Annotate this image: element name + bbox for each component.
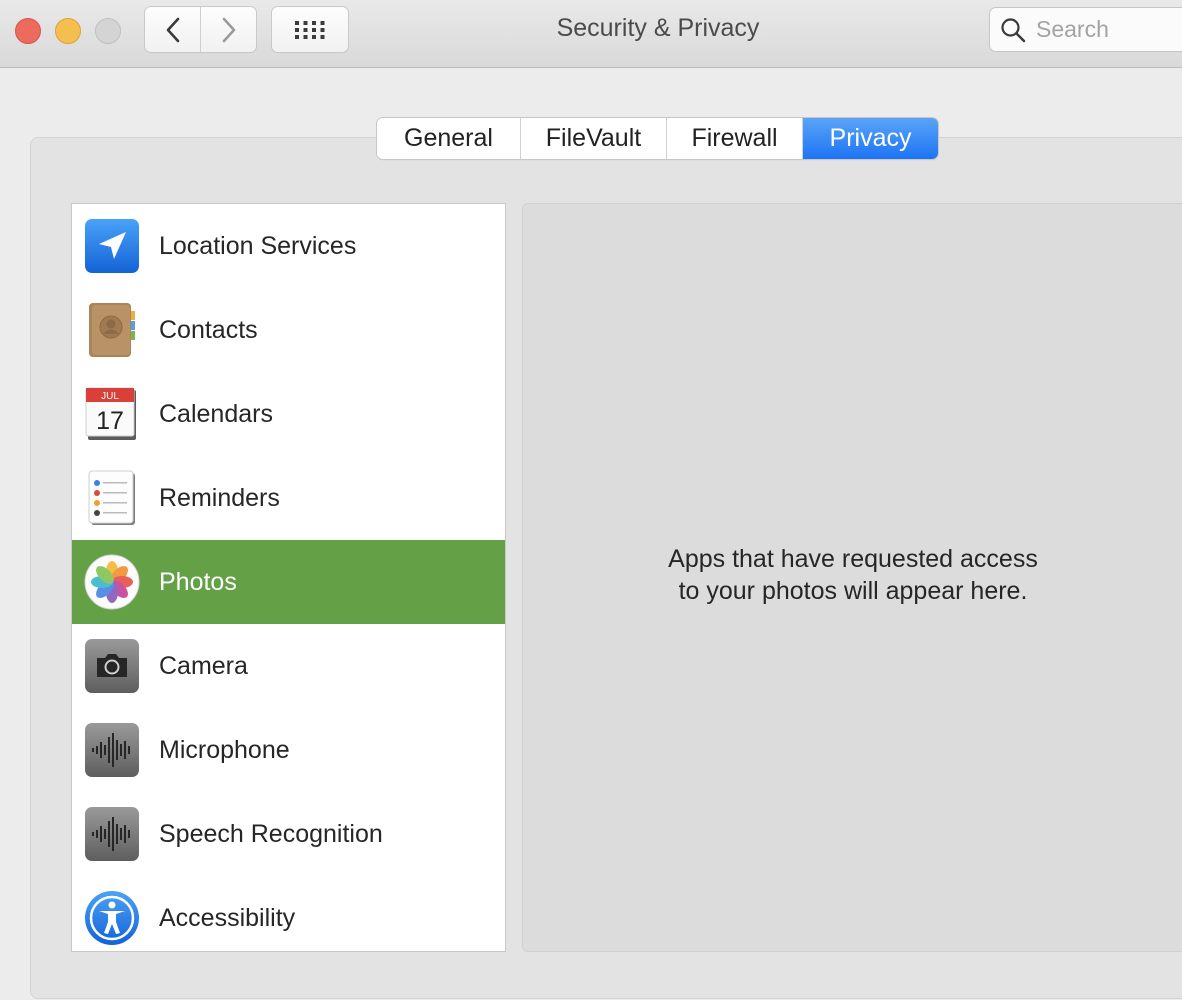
list-item-label: Contacts xyxy=(159,315,258,344)
list-item-label: Location Services xyxy=(159,231,357,260)
list-item-microphone[interactable]: Microphone xyxy=(72,708,505,792)
list-item-label: Reminders xyxy=(159,483,280,512)
search-icon xyxy=(1001,17,1026,42)
show-all-button[interactable] xyxy=(272,7,348,52)
minimize-window-button[interactable] xyxy=(55,18,81,44)
list-item-camera[interactable]: Camera xyxy=(72,624,505,708)
list-item-label: Calendars xyxy=(159,399,273,428)
tab-firewall[interactable]: Firewall xyxy=(666,118,802,159)
list-item-label: Photos xyxy=(159,567,237,596)
microphone-waveform-icon xyxy=(85,723,139,777)
photos-flower-icon xyxy=(84,554,140,610)
empty-state-line-1: Apps that have requested access xyxy=(668,545,1038,573)
reminders-list-icon xyxy=(88,470,135,525)
forward-button[interactable] xyxy=(200,7,256,52)
speech-waveform-icon xyxy=(85,807,139,861)
window-title: Security & Privacy xyxy=(556,14,760,42)
search-field[interactable] xyxy=(989,7,1182,52)
list-item-calendars[interactable]: JUL 17 Calendars xyxy=(72,372,505,456)
empty-state-message: Apps that have requested access to your … xyxy=(523,543,1182,607)
search-input[interactable] xyxy=(1036,16,1182,43)
contacts-book-icon xyxy=(89,303,135,357)
accessibility-person-icon xyxy=(85,891,139,945)
calendar-month-text: JUL xyxy=(101,391,119,402)
list-item-photos[interactable]: Photos xyxy=(72,540,505,624)
navigation-buttons xyxy=(145,7,256,52)
back-button[interactable] xyxy=(145,7,200,52)
tab-filevault[interactable]: FileVault xyxy=(520,118,666,159)
chevron-left-icon xyxy=(166,17,179,42)
list-item-speech-recognition[interactable]: Speech Recognition xyxy=(72,792,505,876)
privacy-detail-pane: Apps that have requested access to your … xyxy=(522,203,1182,952)
list-item-label: Accessibility xyxy=(159,903,296,932)
list-item-accessibility[interactable]: Accessibility xyxy=(72,876,505,951)
calendar-day-text: 17 xyxy=(96,407,124,435)
tab-general[interactable]: General xyxy=(377,118,520,159)
list-item-label: Camera xyxy=(159,651,248,680)
calendar-icon: JUL 17 xyxy=(85,387,136,440)
close-window-button[interactable] xyxy=(15,18,41,44)
tab-bar: General FileVault Firewall Privacy xyxy=(377,118,938,159)
empty-state-line-2: to your photos will appear here. xyxy=(678,577,1028,605)
list-item-location-services[interactable]: Location Services xyxy=(72,204,505,288)
list-item-reminders[interactable]: Reminders xyxy=(72,456,505,540)
tab-privacy[interactable]: Privacy xyxy=(802,118,938,159)
location-arrow-icon xyxy=(85,219,139,273)
chevron-right-icon xyxy=(222,17,235,42)
list-item-contacts[interactable]: Contacts xyxy=(72,288,505,372)
list-item-label: Speech Recognition xyxy=(159,819,383,848)
privacy-category-list[interactable]: Location Services Contacts JUL 17 Calend… xyxy=(71,203,506,952)
zoom-window-button[interactable] xyxy=(95,18,121,44)
camera-icon xyxy=(85,639,139,693)
title-bar: Security & Privacy xyxy=(0,0,1182,68)
grid-icon xyxy=(295,20,325,39)
list-item-label: Microphone xyxy=(159,735,290,764)
